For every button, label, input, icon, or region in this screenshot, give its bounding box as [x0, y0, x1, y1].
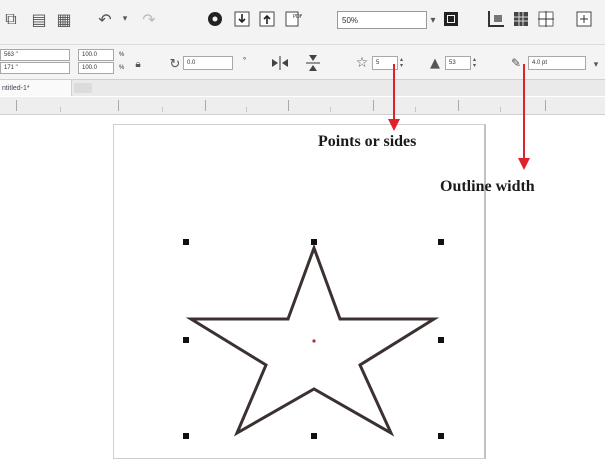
points-or-sides-arrow: [388, 64, 400, 131]
outline-width-label: Outline width: [440, 178, 535, 195]
points-or-sides-label: Points or sides: [318, 133, 417, 150]
annotation-layer: [388, 64, 530, 170]
outline-width-arrow: [518, 64, 530, 170]
